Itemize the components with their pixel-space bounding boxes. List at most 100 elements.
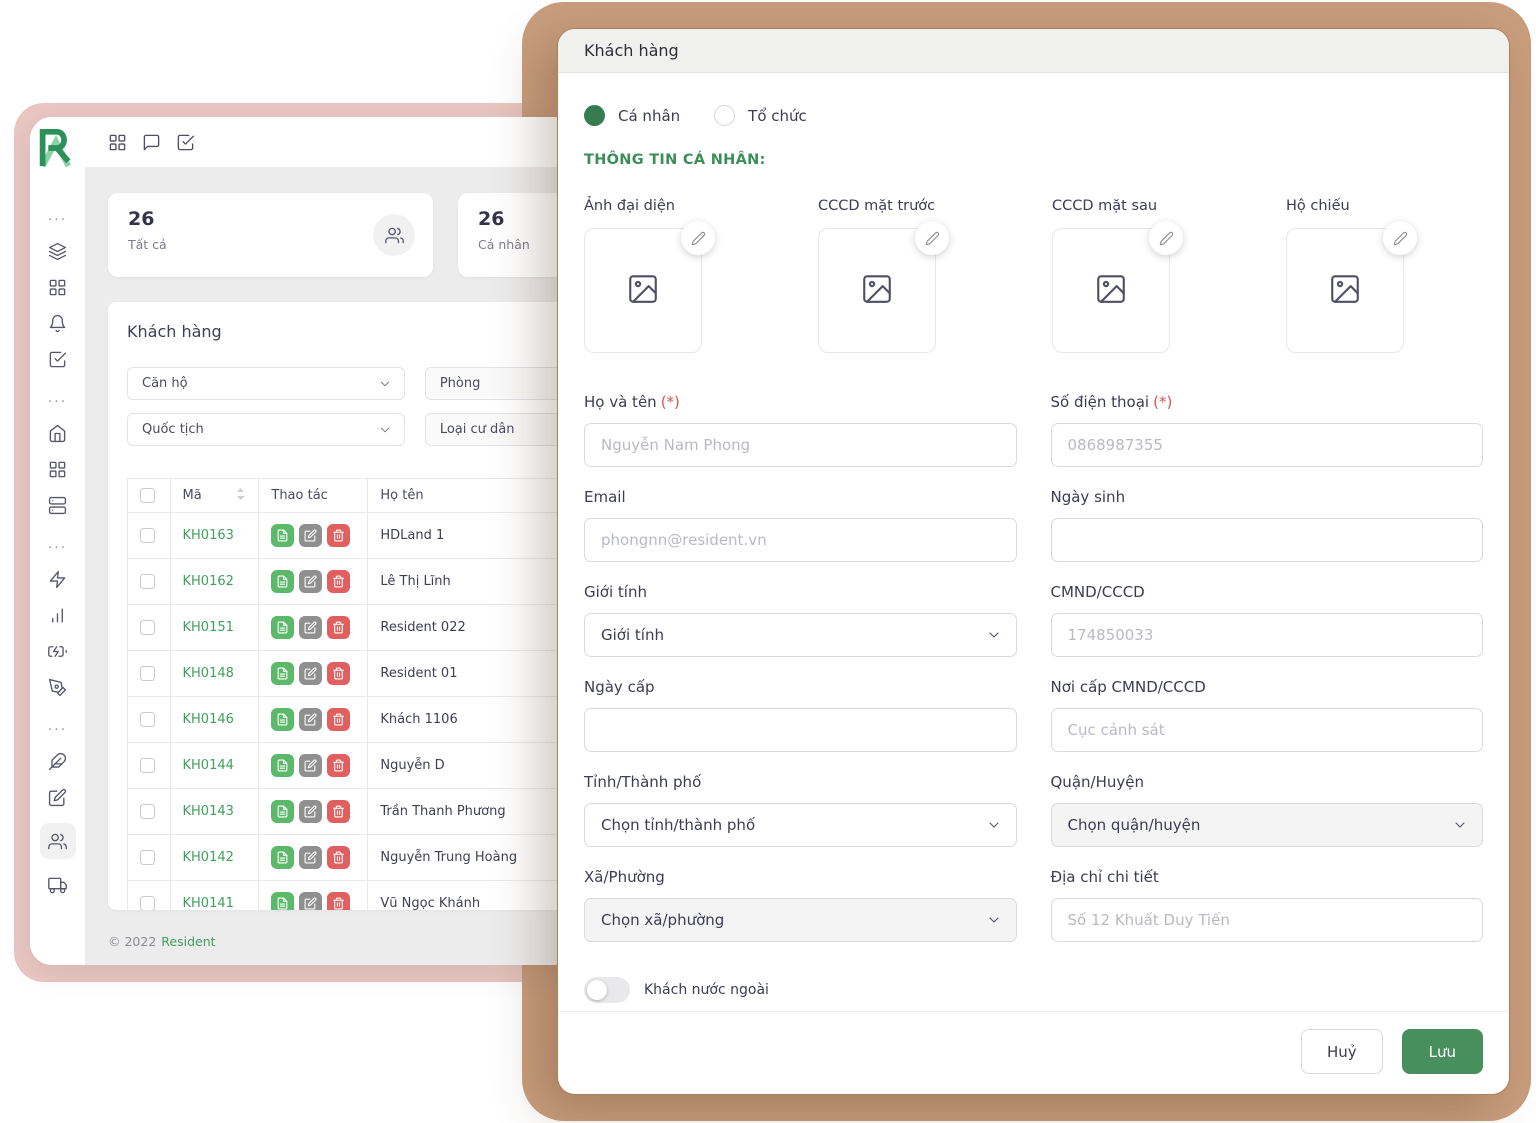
chat-icon[interactable] — [142, 133, 161, 152]
file-text-icon[interactable] — [271, 570, 294, 593]
sidebar-item-edit-icon[interactable] — [48, 787, 67, 807]
field-label: Quận/Huyện — [1051, 773, 1484, 791]
gioi-tinh-select[interactable]: Giới tính — [584, 613, 1017, 657]
file-text-icon[interactable] — [271, 754, 294, 777]
upload-dropzone[interactable] — [818, 228, 936, 353]
radio-option[interactable]: Cá nhân — [584, 105, 680, 126]
customer-type-radio-group: Cá nhân Tổ chức — [584, 105, 1483, 126]
trash-icon[interactable] — [327, 846, 350, 869]
cancel-button[interactable]: Huỷ — [1301, 1029, 1383, 1074]
sidebar-item-grid-icon[interactable] — [48, 459, 67, 479]
check-square-icon[interactable] — [176, 133, 195, 152]
sidebar-item-layers-icon[interactable] — [48, 241, 67, 261]
grid-icon[interactable] — [108, 133, 127, 152]
sidebar-item-check-square-icon[interactable] — [48, 349, 67, 369]
row-checkbox[interactable] — [140, 758, 155, 773]
row-checkbox[interactable] — [140, 620, 155, 635]
pencil-icon[interactable] — [1149, 221, 1183, 255]
edit-square-icon[interactable] — [299, 754, 322, 777]
filter-quoc-tich-select[interactable]: Quốc tịch — [127, 413, 405, 446]
row-checkbox[interactable] — [140, 850, 155, 865]
upload-label: Ảnh đại diện — [584, 198, 702, 214]
row-actions — [271, 708, 355, 731]
edit-square-icon[interactable] — [299, 892, 322, 910]
trash-icon[interactable] — [327, 754, 350, 777]
trash-icon[interactable] — [327, 616, 350, 639]
ngay-sinh-input[interactable] — [1051, 518, 1484, 562]
ngay-cap-input[interactable] — [584, 708, 1017, 752]
radio-option[interactable]: Tổ chức — [714, 105, 807, 126]
upload-dropzone[interactable] — [1052, 228, 1170, 353]
file-text-icon[interactable] — [271, 662, 294, 685]
filter-can-ho-select[interactable]: Căn hộ — [127, 367, 405, 400]
upload-dropzone[interactable] — [584, 228, 702, 353]
trash-icon[interactable] — [327, 800, 350, 823]
sidebar-item-pen-tool-icon[interactable] — [48, 677, 67, 697]
row-checkbox[interactable] — [140, 712, 155, 727]
xa-phuong-select[interactable]: Chọn xã/phường — [584, 898, 1017, 942]
row-checkbox[interactable] — [140, 804, 155, 819]
filter-phong-input[interactable]: Phòng — [425, 367, 568, 400]
sidebar-item-feather-icon[interactable] — [48, 751, 67, 771]
edit-square-icon[interactable] — [299, 616, 322, 639]
file-text-icon[interactable] — [271, 846, 294, 869]
edit-square-icon[interactable] — [299, 570, 322, 593]
file-text-icon[interactable] — [271, 616, 294, 639]
sidebar-item-truck-icon[interactable] — [48, 875, 67, 895]
sidebar-item-zap-icon[interactable] — [48, 569, 67, 589]
brand-link[interactable]: Resident — [161, 934, 215, 949]
upload-dropzone[interactable] — [1286, 228, 1404, 353]
edit-square-icon[interactable] — [299, 846, 322, 869]
cmnd-cccd-input[interactable] — [1051, 613, 1484, 657]
ellipsis-icon: ··· — [48, 215, 67, 225]
customer-name: Vũ Ngọc Khánh — [368, 881, 568, 911]
pencil-icon[interactable] — [681, 221, 715, 255]
row-checkbox[interactable] — [140, 528, 155, 543]
file-text-icon[interactable] — [271, 800, 294, 823]
file-text-icon[interactable] — [271, 524, 294, 547]
row-checkbox[interactable] — [140, 666, 155, 681]
trash-icon[interactable] — [327, 708, 350, 731]
select-all-checkbox[interactable] — [140, 488, 155, 503]
sort-icon[interactable] — [236, 488, 245, 504]
sidebar-item-grid-icon[interactable] — [48, 277, 67, 297]
noi-cap-cmnd-cccd-input[interactable] — [1051, 708, 1484, 752]
pencil-icon[interactable] — [1383, 221, 1417, 255]
ho-va-ten-input[interactable] — [584, 423, 1017, 467]
customer-code: KH0148 — [170, 651, 259, 697]
edit-square-icon[interactable] — [299, 524, 322, 547]
foreign-guest-toggle[interactable] — [584, 977, 630, 1003]
trash-icon[interactable] — [327, 524, 350, 547]
customer-code: KH0144 — [170, 743, 259, 789]
row-actions — [271, 524, 355, 547]
row-checkbox[interactable] — [140, 896, 155, 910]
email-input[interactable] — [584, 518, 1017, 562]
ellipsis-icon: ··· — [48, 543, 67, 553]
edit-square-icon[interactable] — [299, 662, 322, 685]
so-dien-thoai-input[interactable] — [1051, 423, 1484, 467]
chevron-down-icon — [986, 912, 1002, 928]
filter-loai-cu-dan-input[interactable]: Loại cư dân — [425, 413, 568, 446]
save-button[interactable]: Lưu — [1402, 1029, 1483, 1074]
field-cmnd-cccd: CMND/CCCD — [1051, 583, 1484, 657]
quan-huyen-select[interactable]: Chọn quận/huyện — [1051, 803, 1484, 847]
edit-square-icon[interactable] — [299, 708, 322, 731]
trash-icon[interactable] — [327, 570, 350, 593]
sidebar-item-bell-icon[interactable] — [48, 313, 67, 333]
trash-icon[interactable] — [327, 662, 350, 685]
sidebar-item-server-icon[interactable] — [48, 495, 67, 515]
tinh-thanh-pho-select[interactable]: Chọn tỉnh/thành phố — [584, 803, 1017, 847]
sidebar-item-bar-chart-icon[interactable] — [48, 605, 67, 625]
row-actions — [271, 754, 355, 777]
edit-square-icon[interactable] — [299, 800, 322, 823]
trash-icon[interactable] — [327, 892, 350, 910]
row-checkbox[interactable] — [140, 574, 155, 589]
pencil-icon[interactable] — [915, 221, 949, 255]
file-text-icon[interactable] — [271, 708, 294, 731]
file-text-icon[interactable] — [271, 892, 294, 910]
sidebar-item-users-icon[interactable] — [40, 823, 76, 859]
sidebar-item-home-icon[interactable] — [48, 423, 67, 443]
column-header-ma[interactable]: Mã — [170, 479, 259, 513]
dia-chi-chi-tiet-input[interactable] — [1051, 898, 1484, 942]
sidebar-item-battery-charging-icon[interactable] — [48, 641, 67, 661]
